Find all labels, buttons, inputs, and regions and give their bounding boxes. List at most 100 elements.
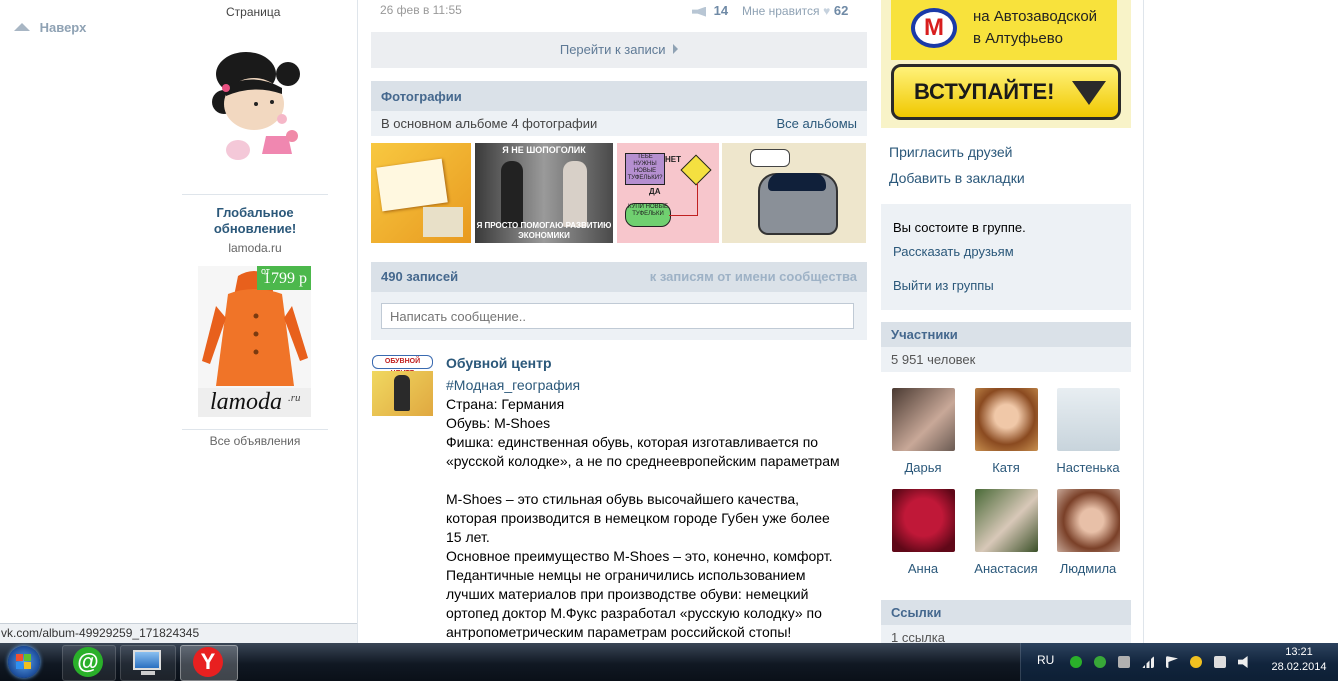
update-tray-icon[interactable] — [1190, 656, 1202, 668]
go-to-post-label: Перейти к записи — [559, 42, 666, 57]
links-subheader: 1 ссылка — [881, 625, 1131, 643]
ad-domain[interactable]: lamoda.ru — [196, 241, 314, 255]
windows-logo-q1 — [16, 654, 23, 661]
post-hashtag[interactable]: #Модная_география — [446, 377, 580, 393]
windows-logo-q3 — [16, 662, 23, 669]
post-line: M-Shoes – это стильная обувь высочайшего… — [446, 491, 800, 507]
member-name: Дарья — [904, 460, 942, 475]
network-tray-icon[interactable] — [1094, 656, 1106, 668]
metro-letter: М — [924, 14, 944, 41]
member-avatar — [891, 388, 955, 451]
status-url-bar: vk.com/album-49929259_171824345 — [0, 623, 357, 644]
membership-box: Вы состоите в группе. Рассказать друзьям… — [881, 204, 1131, 310]
post-line: антропометрическим параметрам российской… — [446, 624, 792, 640]
start-button[interactable] — [2, 645, 52, 679]
post-avatar-logo: ОБУВНОЙ ЦЕНТР — [372, 355, 433, 377]
taskbar-yandex-browser[interactable]: Y — [180, 645, 238, 681]
tell-friends-link[interactable]: Рассказать друзьям — [893, 244, 1014, 259]
device-tray-icon[interactable] — [1214, 656, 1226, 668]
member-card[interactable]: Анна — [883, 489, 963, 576]
member-name: Людмила — [1059, 561, 1117, 576]
photo-2[interactable]: Я НЕ ШОПОГОЛИК Я ПРОСТО ПОМОГАЮ РАЗВИТИЮ… — [475, 143, 613, 243]
like-button[interactable]: Мне нравится ♥ 62 — [742, 3, 848, 18]
post-avatar-person — [394, 375, 410, 411]
mail-agent-tray-icon[interactable] — [1070, 656, 1082, 668]
ad-sticker-image[interactable] — [196, 44, 314, 170]
photo-1[interactable] — [371, 143, 471, 243]
leave-group-link[interactable]: Выйти из группы — [893, 278, 994, 293]
flow-yes: ДА — [649, 187, 661, 196]
group-banner[interactable]: М на Автозаводской в Алтуфьево ВСТУПАЙТЕ… — [881, 0, 1131, 128]
member-avatar — [1056, 388, 1120, 451]
photos-subtitle: В основном альбоме 4 фотографии — [381, 116, 598, 131]
member-avatar — [891, 489, 955, 552]
all-albums-link[interactable]: Все альбомы — [776, 116, 857, 131]
wall-header: 490 записей к записям от имени сообществ… — [371, 262, 867, 292]
banner-join-button[interactable]: ВСТУПАЙТЕ! — [891, 64, 1121, 120]
post-avatar[interactable]: ОБУВНОЙ ЦЕНТР — [372, 355, 433, 416]
member-avatar — [1056, 489, 1120, 552]
post-line: ортопед доктор М.Фукс разработал «русску… — [446, 605, 822, 621]
arrow-up-icon — [14, 22, 30, 31]
post-date[interactable]: 26 фев в 11:55 — [380, 3, 462, 17]
photo-2-caption-top: Я НЕ ШОПОГОЛИК — [502, 145, 586, 155]
photos-header[interactable]: Фотографии — [371, 81, 867, 111]
all-ads-link[interactable]: Все объявления — [196, 434, 314, 448]
links-header[interactable]: Ссылки — [881, 600, 1131, 625]
message-input[interactable] — [381, 303, 854, 329]
bookmark-link[interactable]: Добавить в закладки — [889, 170, 1025, 186]
clock-date: 28.02.2014 — [1271, 661, 1327, 673]
member-card[interactable]: Катя — [966, 388, 1046, 475]
ad-title[interactable]: Глобальное обновление! — [196, 205, 314, 237]
go-to-post-button[interactable]: Перейти к записи — [371, 32, 867, 68]
post-line: лучших материалов при производстве обуви… — [446, 586, 809, 602]
flow-diamond — [680, 154, 712, 186]
photos-subheader: В основном альбоме 4 фотографии Все альб… — [371, 111, 867, 136]
banner-line1: на Автозаводской — [973, 8, 1098, 25]
photo-3[interactable]: ТЕБЕ НУЖНЫ НОВЫЕ ТУФЕЛЬКИ? НЕТ ДА КУПИ Н… — [617, 143, 719, 243]
member-card[interactable]: Людмила — [1048, 489, 1128, 576]
member-name: Настенька — [1056, 460, 1120, 475]
post-line — [446, 471, 856, 490]
status-url: vk.com/album-49929259_171824345 — [1, 626, 200, 640]
yandex-browser-icon: Y — [193, 647, 223, 677]
taskbar-computer[interactable] — [120, 645, 176, 681]
photo-1-people — [423, 207, 463, 237]
banner-join-label: ВСТУПАЙТЕ! — [914, 79, 1055, 104]
ad-price-badge: от 1799 р — [257, 266, 311, 290]
invite-friends-link[interactable]: Пригласить друзей — [889, 144, 1013, 160]
members-header[interactable]: Участники — [881, 322, 1131, 347]
members-title: Участники — [891, 327, 958, 342]
language-indicator[interactable]: RU — [1037, 653, 1054, 667]
photo-2-figure-left — [501, 161, 523, 227]
photo-4[interactable] — [722, 143, 866, 243]
ad-image[interactable]: от 1799 р lamoda .ru — [198, 266, 311, 417]
lamoda-logo-suffix: .ru — [288, 392, 301, 404]
member-card[interactable]: Анастасия — [966, 489, 1046, 576]
security-tray-icon[interactable] — [1118, 656, 1130, 668]
member-card[interactable]: Настенька — [1048, 388, 1128, 475]
post-author[interactable]: Обувной центр — [446, 355, 552, 371]
like-count: 62 — [833, 3, 849, 18]
computer-icon — [133, 650, 161, 670]
wall-count[interactable]: 490 записей — [381, 269, 458, 284]
flow-no: НЕТ — [665, 155, 681, 164]
member-card[interactable]: Дарья — [883, 388, 963, 475]
windows-logo-icon — [8, 646, 40, 678]
member-name: Катя — [992, 460, 1020, 475]
flow-box-buy: КУПИ НОВЫЕ ТУФЕЛЬКИ — [625, 203, 671, 227]
metro-logo-icon: М — [911, 8, 957, 48]
flow-box-question: ТЕБЕ НУЖНЫ НОВЫЕ ТУФЕЛЬКИ? — [625, 153, 665, 185]
clock[interactable]: 13:21 28.02.2014 — [1264, 645, 1334, 675]
up-button[interactable]: Наверх — [14, 20, 86, 38]
community-posts-link[interactable]: к записям от имени сообщества — [650, 269, 857, 284]
content-border-left — [357, 0, 358, 643]
taskbar-mail-agent[interactable]: @ — [62, 645, 116, 681]
links-title: Ссылки — [891, 605, 942, 620]
chevron-right-icon — [673, 44, 679, 54]
megaphone-icon — [692, 6, 706, 17]
photo-2-caption-bottom: Я ПРОСТО ПОМОГАЮ РАЗВИТИЮ ЭКОНОМИКИ — [476, 221, 612, 240]
triangle-down-icon — [1072, 81, 1106, 105]
repost-count: 14 — [713, 3, 729, 18]
repost-button[interactable]: 14 — [692, 3, 728, 18]
